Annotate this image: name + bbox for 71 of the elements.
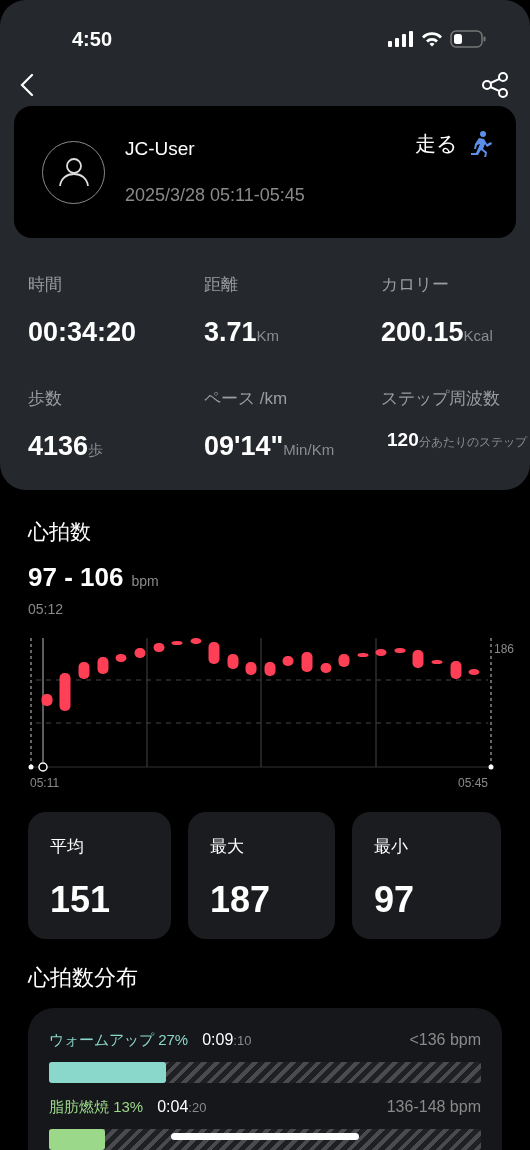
heart-rate-bar [468,668,480,675]
heart-rate-unit: bpm [131,571,159,591]
metric-value: 09'14" [204,429,284,463]
metric-unit: Km [256,326,280,346]
heart-rate-bar [357,652,369,657]
heart-rate-bar [78,661,90,679]
axis-label: 05:11 [30,774,60,792]
metric-unit: 歩 [88,440,104,460]
stat-label: 最大 [210,835,245,858]
selected-time: 05:12 [28,599,65,619]
stat-value: 97 [374,878,416,922]
zone-range: <136 bpm [409,1029,481,1050]
heart-rate-range: 97 - 106 [28,560,124,594]
metric-label: 時間 [28,274,63,296]
heart-rate-bar [208,641,220,664]
activity-type: 走る [415,131,458,157]
metric-value: 4136 [28,429,89,463]
heart-rate-bar [190,637,202,644]
metric-label: 距離 [204,274,239,296]
heart-rate-bar [450,660,462,679]
stat-value: 187 [210,878,272,922]
workout-datetime: 2025/3/28 05:11-05:45 [125,183,305,207]
stat-value: 151 [50,878,112,922]
metric-unit: Min/Km [283,439,335,460]
metric-value: 3.71 [204,315,257,349]
metric-label: ペース /km [204,388,289,410]
share-button[interactable] [480,70,510,100]
heart-rate-bar [282,655,294,666]
heart-rate-bar [59,672,71,711]
heart-rate-bar [301,651,313,672]
zone-time: 0:04:20 [157,1096,207,1117]
metric-label: 歩数 [28,388,63,410]
section-title: 心拍数分布 [28,964,138,990]
heart-rate-bar [171,640,183,645]
zone-name: 脂肪燃焼 13% [49,1096,144,1117]
status-time: 4:50 [72,27,113,52]
heart-rate-bar [227,653,239,669]
heart-rate-bar [338,653,350,667]
metric-unit: Kcal [463,326,493,346]
heart-rate-bar [115,653,127,662]
metric-label: カロリー [381,274,450,296]
heart-rate-bar [245,661,257,675]
user-name: JC-User [125,137,196,162]
heart-rate-bar [412,649,424,668]
metric-value: 00:34:20 [28,315,137,349]
zone-range: 136-148 bpm [386,1096,481,1117]
cursor-handle[interactable] [38,637,48,772]
heart-rate-bar [134,647,146,658]
heart-rate-bar [97,656,109,674]
signal-icon [388,31,414,47]
metric-value: 200.15 [381,315,464,349]
heart-rate-bar [431,659,443,664]
heart-rate-bar [394,647,406,653]
zone-time: 0:09:10 [202,1029,252,1050]
heart-rate-bar [320,662,332,673]
stat-label: 平均 [50,835,85,858]
stat-label: 最小 [374,835,409,858]
axis-label: 186 [494,640,515,658]
zone-name: ウォームアップ 27% [49,1029,189,1050]
heart-rate-bar [153,642,165,652]
heart-rate-bar [41,693,53,706]
heart-rate-bar [375,648,387,656]
battery-icon [450,30,486,48]
metric-label: ステップ周波数 [381,388,501,410]
section-title: 心拍数 [28,519,92,545]
wifi-icon [421,31,443,47]
axis-label: 05:45 [458,774,489,792]
metric-value: 120 [387,427,419,452]
runner-icon [470,130,492,157]
heart-rate-bar [264,661,276,676]
metric-unit: 分あたりのステップ [418,434,527,451]
